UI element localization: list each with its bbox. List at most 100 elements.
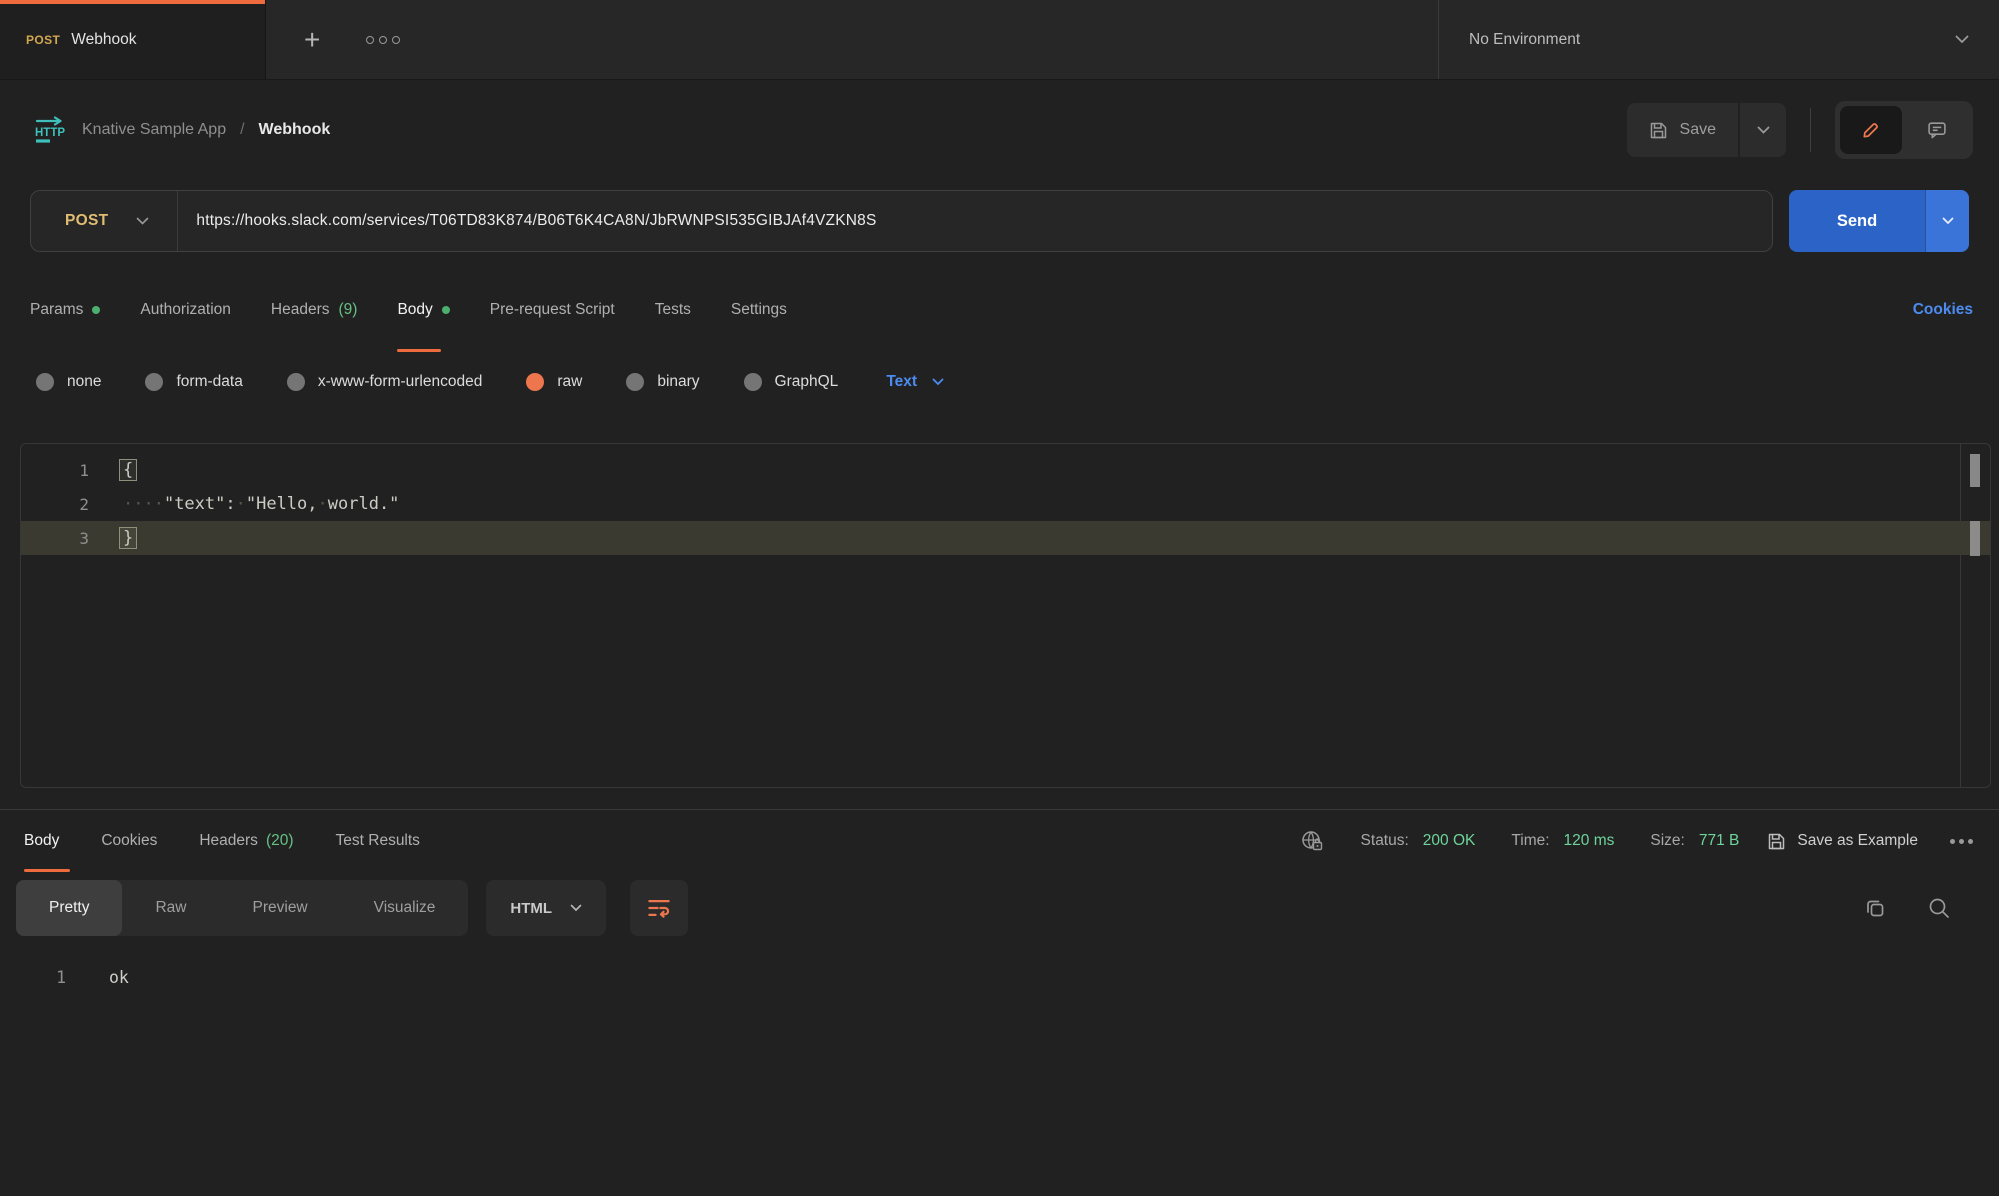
breadcrumb-separator: / xyxy=(240,121,244,139)
request-toolbar: HTTP Knative Sample App / Webhook Save xyxy=(0,80,1999,180)
response-tab-headers-label: Headers xyxy=(199,832,258,850)
body-type-binary[interactable]: binary xyxy=(626,373,699,391)
response-view-toolbar: Pretty Raw Preview Visualize HTML xyxy=(0,872,1999,944)
http-request-icon: HTTP xyxy=(34,116,68,144)
body-type-none[interactable]: none xyxy=(36,373,101,391)
response-format-label: HTML xyxy=(510,900,552,917)
send-split-button: Send xyxy=(1789,190,1969,252)
body-type-urlencoded[interactable]: x-www-form-urlencoded xyxy=(287,373,483,391)
radio-selected-icon xyxy=(526,373,544,391)
view-raw[interactable]: Raw xyxy=(122,880,219,936)
editor-line-2[interactable]: 2 ····"text":·"Hello,·world." xyxy=(21,487,1990,521)
tab-title: Webhook xyxy=(71,31,136,49)
tab-body[interactable]: Body xyxy=(397,268,449,352)
send-button[interactable]: Send xyxy=(1789,190,1925,252)
breadcrumb: HTTP Knative Sample App / Webhook xyxy=(34,116,330,144)
save-options-button[interactable] xyxy=(1740,103,1786,157)
comments-button[interactable] xyxy=(1906,106,1968,154)
editor-line-1[interactable]: 1 { xyxy=(21,453,1990,487)
toolbar-divider xyxy=(1810,108,1811,152)
editor-scrollbar[interactable] xyxy=(1960,444,1990,787)
tab-pre-request-script[interactable]: Pre-request Script xyxy=(490,268,615,352)
tab-headers[interactable]: Headers (9) xyxy=(271,268,358,352)
response-options-icon[interactable] xyxy=(1950,839,1973,844)
status-value[interactable]: 200 OK xyxy=(1423,832,1476,850)
tab-body-label: Body xyxy=(397,301,432,319)
tab-strip: POST Webhook + No Environment xyxy=(0,0,1999,80)
chevron-down-icon xyxy=(570,904,582,912)
response-format-dropdown[interactable]: HTML xyxy=(486,880,606,936)
tab-method-badge: POST xyxy=(26,33,60,47)
response-tab-test-results-label: Test Results xyxy=(336,832,420,850)
editor-line-3-active[interactable]: 3 } xyxy=(21,521,1990,555)
view-preview[interactable]: Preview xyxy=(220,880,341,936)
environment-selector[interactable]: No Environment xyxy=(1438,0,1999,79)
response-tab-headers[interactable]: Headers (20) xyxy=(199,810,293,872)
request-tab-webhook[interactable]: POST Webhook xyxy=(0,0,266,79)
radio-icon xyxy=(36,373,54,391)
tab-params[interactable]: Params xyxy=(30,268,100,352)
size-value[interactable]: 771 B xyxy=(1699,832,1740,850)
tab-authorization[interactable]: Authorization xyxy=(140,268,230,352)
edit-documentation-button[interactable] xyxy=(1840,106,1902,154)
params-modified-dot-icon xyxy=(92,306,100,314)
tab-options-icon[interactable] xyxy=(366,36,400,44)
globe-lock-icon[interactable] xyxy=(1300,829,1325,854)
response-view-switcher: Pretty Raw Preview Visualize xyxy=(16,880,468,936)
save-as-example-label: Save as Example xyxy=(1797,832,1918,850)
body-type-form-data[interactable]: form-data xyxy=(145,373,242,391)
method-dropdown[interactable]: POST xyxy=(31,212,177,230)
chevron-down-icon xyxy=(1942,217,1954,225)
response-tab-body[interactable]: Body xyxy=(24,810,59,872)
size-label: Size: xyxy=(1650,832,1684,850)
time-value[interactable]: 120 ms xyxy=(1564,832,1615,850)
radio-icon xyxy=(287,373,305,391)
save-button[interactable]: Save xyxy=(1627,103,1738,157)
tab-actions: + xyxy=(266,0,1438,79)
response-body-viewer[interactable]: 1 ok xyxy=(0,944,1999,1010)
scrollbar-mark xyxy=(1970,521,1980,556)
active-tab-indicator xyxy=(0,0,265,4)
chevron-down-icon xyxy=(1955,35,1969,44)
response-tab-cookies-label: Cookies xyxy=(101,832,157,850)
whitespace-dot: · xyxy=(318,494,328,514)
active-tab-underline xyxy=(24,869,70,872)
cookies-link[interactable]: Cookies xyxy=(1913,301,1973,319)
save-as-example-button[interactable]: Save as Example xyxy=(1767,832,1918,851)
body-type-graphql-label: GraphQL xyxy=(775,373,839,391)
response-body-text: ok xyxy=(109,968,129,987)
body-type-form-data-label: form-data xyxy=(176,373,242,391)
send-options-button[interactable] xyxy=(1925,190,1969,252)
response-tab-test-results[interactable]: Test Results xyxy=(336,810,420,872)
raw-format-dropdown[interactable]: Text xyxy=(886,373,944,391)
view-preview-label: Preview xyxy=(253,899,308,917)
tab-tests-label: Tests xyxy=(655,301,691,319)
chevron-down-icon xyxy=(136,217,149,225)
new-tab-button[interactable]: + xyxy=(304,26,320,54)
breadcrumb-request-name[interactable]: Webhook xyxy=(259,121,331,139)
body-type-raw[interactable]: raw xyxy=(526,373,582,391)
view-pretty[interactable]: Pretty xyxy=(16,880,122,936)
environment-label: No Environment xyxy=(1469,31,1580,49)
json-value-token: world." xyxy=(328,494,400,514)
view-visualize[interactable]: Visualize xyxy=(341,880,469,936)
url-input[interactable] xyxy=(178,212,1772,230)
close-brace-token: } xyxy=(119,527,137,549)
status-label: Status: xyxy=(1361,832,1409,850)
tab-tests[interactable]: Tests xyxy=(655,268,691,352)
body-type-graphql[interactable]: GraphQL xyxy=(744,373,839,391)
request-body-editor[interactable]: 1 { 2 ····"text":·"Hello,·world." 3 } xyxy=(20,443,1991,788)
copy-icon[interactable] xyxy=(1863,896,1887,920)
wrap-lines-button[interactable] xyxy=(630,880,688,936)
body-type-raw-label: raw xyxy=(557,373,582,391)
response-tab-cookies[interactable]: Cookies xyxy=(101,810,157,872)
response-line-1: 1 ok xyxy=(0,962,1999,992)
tab-settings[interactable]: Settings xyxy=(731,268,787,352)
send-button-label: Send xyxy=(1837,212,1877,231)
search-icon[interactable] xyxy=(1927,896,1951,920)
request-bar: POST xyxy=(30,190,1773,252)
breadcrumb-collection[interactable]: Knative Sample App xyxy=(82,121,226,139)
open-brace-token: { xyxy=(119,459,137,481)
save-icon xyxy=(1767,832,1786,851)
tab-pre-request-label: Pre-request Script xyxy=(490,301,615,319)
